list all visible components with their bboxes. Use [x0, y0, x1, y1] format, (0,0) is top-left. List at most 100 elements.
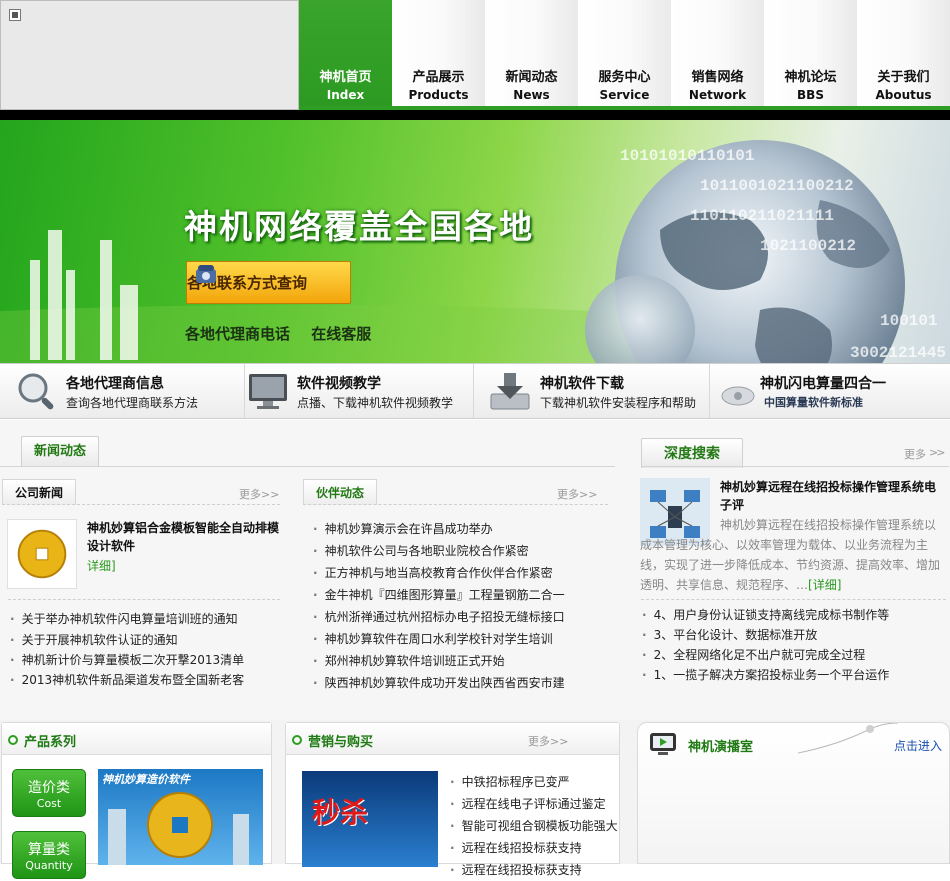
- feature-title: 神机软件下载: [540, 376, 624, 392]
- nav-label-zh: 新闻动态: [505, 70, 558, 85]
- list-item[interactable]: 远程在线电子评标通过鉴定: [450, 793, 618, 815]
- news-panel: 新闻动态 公司新闻 更多>> 神机妙算铝合金模板智能全自动排模设计软件 详细] …: [0, 420, 615, 720]
- studio-box: 神机演播室 点击进入: [637, 722, 950, 864]
- feature-title: 软件视频教学: [297, 376, 381, 392]
- feature-strip: 各地代理商信息 查询各地代理商联系方法 软件视频教学 点播、下载神机软件视频教学…: [0, 363, 950, 419]
- feature-download[interactable]: 神机软件下载 下载神机软件安装程序和帮助: [474, 364, 710, 418]
- divider: [2, 504, 280, 505]
- hero-banner: 10101010110101 1011001021100212 11011021…: [0, 120, 950, 363]
- nav-label-zh: 销售网络: [691, 70, 744, 85]
- list-item[interactable]: 3、平台化设计、数据标准开放: [642, 625, 889, 645]
- category-label-zh: 算量类: [28, 842, 70, 858]
- list-item[interactable]: 金牛神机『四维图形算量』工程量钢筋二合一: [313, 584, 565, 606]
- detail-link[interactable]: [详细]: [808, 578, 841, 592]
- feature-title: 神机闪电算量四合一: [760, 376, 886, 392]
- company-news-more-link[interactable]: 更多>>: [239, 486, 279, 502]
- list-item[interactable]: 正方神机与地当高校教育合作伙伴合作紧密: [313, 562, 565, 584]
- marketing-list: 中铁招标程序已变严 远程在线电子评标通过鉴定 智能可视组合钢模板功能强大 远程在…: [450, 771, 618, 881]
- ring-icon: [8, 735, 18, 745]
- feature-video[interactable]: 软件视频教学 点播、下载神机软件视频教学: [245, 364, 474, 418]
- list-item[interactable]: 神机妙算软件在周口水利学校针对学生培训: [313, 628, 565, 650]
- tab-company-news[interactable]: 公司新闻: [2, 479, 77, 505]
- list-item[interactable]: 智能可视组合钢模板功能强大: [450, 815, 618, 837]
- nav-label-en: Aboutus: [875, 88, 932, 102]
- binary-line: 1011001021100212: [700, 177, 854, 195]
- phone-icon: [196, 265, 216, 283]
- logo-placeholder[interactable]: [0, 0, 299, 110]
- list-item[interactable]: 关于举办神机软件闪电算量培训班的通知: [10, 608, 244, 630]
- promo-image[interactable]: 秒杀: [302, 771, 438, 867]
- deep-search-more-link[interactable]: 更多: [904, 446, 926, 462]
- online-service-link[interactable]: 在线客服: [311, 325, 371, 343]
- deep-desc-text: 神机妙算远程在线招投标操作管理系统以成本管理为核心、以效率管理为载体、以业务流程…: [640, 518, 941, 592]
- list-item[interactable]: 杭州浙禅通过杭州招标办电子招投无缝标接口: [313, 606, 565, 628]
- list-item[interactable]: 2013神机软件新品渠道发布暨全国新老客: [10, 670, 245, 690]
- nav-label-en: Network: [688, 88, 747, 102]
- feature-sub: 下载神机软件安装程序和帮助: [540, 396, 697, 410]
- broken-image-icon: [9, 9, 21, 21]
- video-player-icon: [650, 733, 676, 755]
- tab-partner-news[interactable]: 伙伴动态: [303, 479, 378, 505]
- list-item[interactable]: 远程在线招投标获支持: [450, 859, 618, 881]
- nav-item-network[interactable]: 销售网络 Network: [671, 0, 764, 106]
- company-news-feature[interactable]: 神机妙算铝合金模板智能全自动排模设计软件 详细]: [7, 519, 281, 591]
- nav-label-en: Service: [599, 88, 650, 102]
- list-item[interactable]: 神机妙算演示会在许昌成功举办: [313, 518, 565, 540]
- nav-item-service[interactable]: 服务中心 Service: [578, 0, 671, 106]
- nav-item-bbs[interactable]: 神机论坛 BBS: [764, 0, 857, 106]
- enter-studio-link[interactable]: 点击进入: [894, 737, 942, 754]
- list-item[interactable]: 神机软件公司与各地职业院校合作紧密: [313, 540, 565, 562]
- site-header: 神机首页 Index 产品展示 Products 新闻动态 News 服务中心 …: [0, 0, 950, 110]
- monitor-icon: [249, 374, 287, 409]
- list-item[interactable]: 陕西神机妙算软件成功开发出陕西省西安市建: [313, 672, 565, 694]
- nav-item-aboutus[interactable]: 关于我们 Aboutus: [857, 0, 950, 106]
- binary-line: 100101: [880, 312, 938, 330]
- list-item[interactable]: 远程在线招投标获支持: [450, 837, 618, 859]
- partner-news-more-link[interactable]: 更多>>: [557, 486, 597, 502]
- pendant-decoration: [798, 723, 898, 754]
- agent-phone-link[interactable]: 各地代理商电话: [185, 325, 290, 343]
- divider: [641, 599, 946, 600]
- list-item[interactable]: 1、一揽子解决方案招投标业务一个平台运作: [642, 665, 890, 685]
- detail-link[interactable]: 详细]: [87, 557, 116, 574]
- list-item[interactable]: 2、全程网络化足不出户就可完成全过程: [642, 645, 889, 665]
- category-cost-button[interactable]: 造价类 Cost: [12, 769, 86, 817]
- nav-item-index[interactable]: 神机首页 Index: [299, 0, 392, 106]
- nav-label-en: News: [513, 88, 550, 102]
- list-item[interactable]: 4、用户身份认证锁支持离线完成标书制作等: [642, 605, 890, 625]
- banner-headline: 神机网络覆盖全国各地: [184, 207, 534, 246]
- list-item[interactable]: 关于开展神机软件认证的通知: [10, 630, 244, 650]
- promo-text: 秒杀: [312, 796, 369, 829]
- feature-headline[interactable]: 神机妙算铝合金模板智能全自动排模设计软件: [87, 519, 283, 555]
- nav-label-en: BBS: [797, 88, 824, 102]
- list-item[interactable]: 神机新计价与算量模板二次开撃2013清单: [10, 650, 245, 670]
- nav-label-en: Products: [408, 88, 469, 102]
- list-item[interactable]: 郑州神机妙算软件培训班正式开始: [313, 650, 565, 672]
- feature-lightning[interactable]: 神机闪电算量四合一 中国算量软件新标准: [710, 364, 950, 418]
- binary-line: 110110211021111: [690, 207, 834, 225]
- coin-graphic: [108, 792, 249, 865]
- nav-label-zh: 关于我们: [877, 70, 930, 85]
- product-banner-image[interactable]: 神机妙算造价软件: [98, 769, 263, 865]
- coin-thumbnail: [7, 519, 77, 589]
- nav-item-products[interactable]: 产品展示 Products: [392, 0, 485, 106]
- nav-label-en: Index: [326, 88, 365, 102]
- download-icon: [490, 373, 530, 410]
- magnifier-icon: [18, 373, 54, 410]
- deep-search-panel: 深度搜索 更多 >> 神机妙算远程在线招投标操作管理系统电子评 神机妙算远程在线…: [636, 420, 950, 720]
- category-quantity-button[interactable]: 算量类 Quantity: [12, 831, 86, 879]
- contact-query-button[interactable]: 各地联系方式查询: [186, 261, 351, 304]
- feature-agents[interactable]: 各地代理商信息 查询各地代理商联系方法: [0, 364, 245, 418]
- nav-item-news[interactable]: 新闻动态 News: [485, 0, 578, 106]
- box-title: 产品系列: [24, 735, 77, 750]
- deep-feature-title[interactable]: 神机妙算远程在线招投标操作管理系统电子评: [720, 478, 946, 514]
- divider: [641, 466, 949, 467]
- main-nav: 神机首页 Index 产品展示 Products 新闻动态 News 服务中心 …: [299, 0, 950, 110]
- divider: [8, 599, 280, 600]
- header-divider: [0, 110, 950, 120]
- news-section-title[interactable]: 新闻动态: [21, 436, 100, 466]
- list-item[interactable]: 中铁招标程序已变严: [450, 771, 618, 793]
- marketing-more-link[interactable]: 更多>>: [528, 733, 568, 749]
- deep-feature-desc: 神机妙算远程在线招投标操作管理系统以成本管理为核心、以效率管理为载体、以业务流程…: [640, 515, 946, 595]
- deep-search-title[interactable]: 深度搜索: [641, 438, 743, 468]
